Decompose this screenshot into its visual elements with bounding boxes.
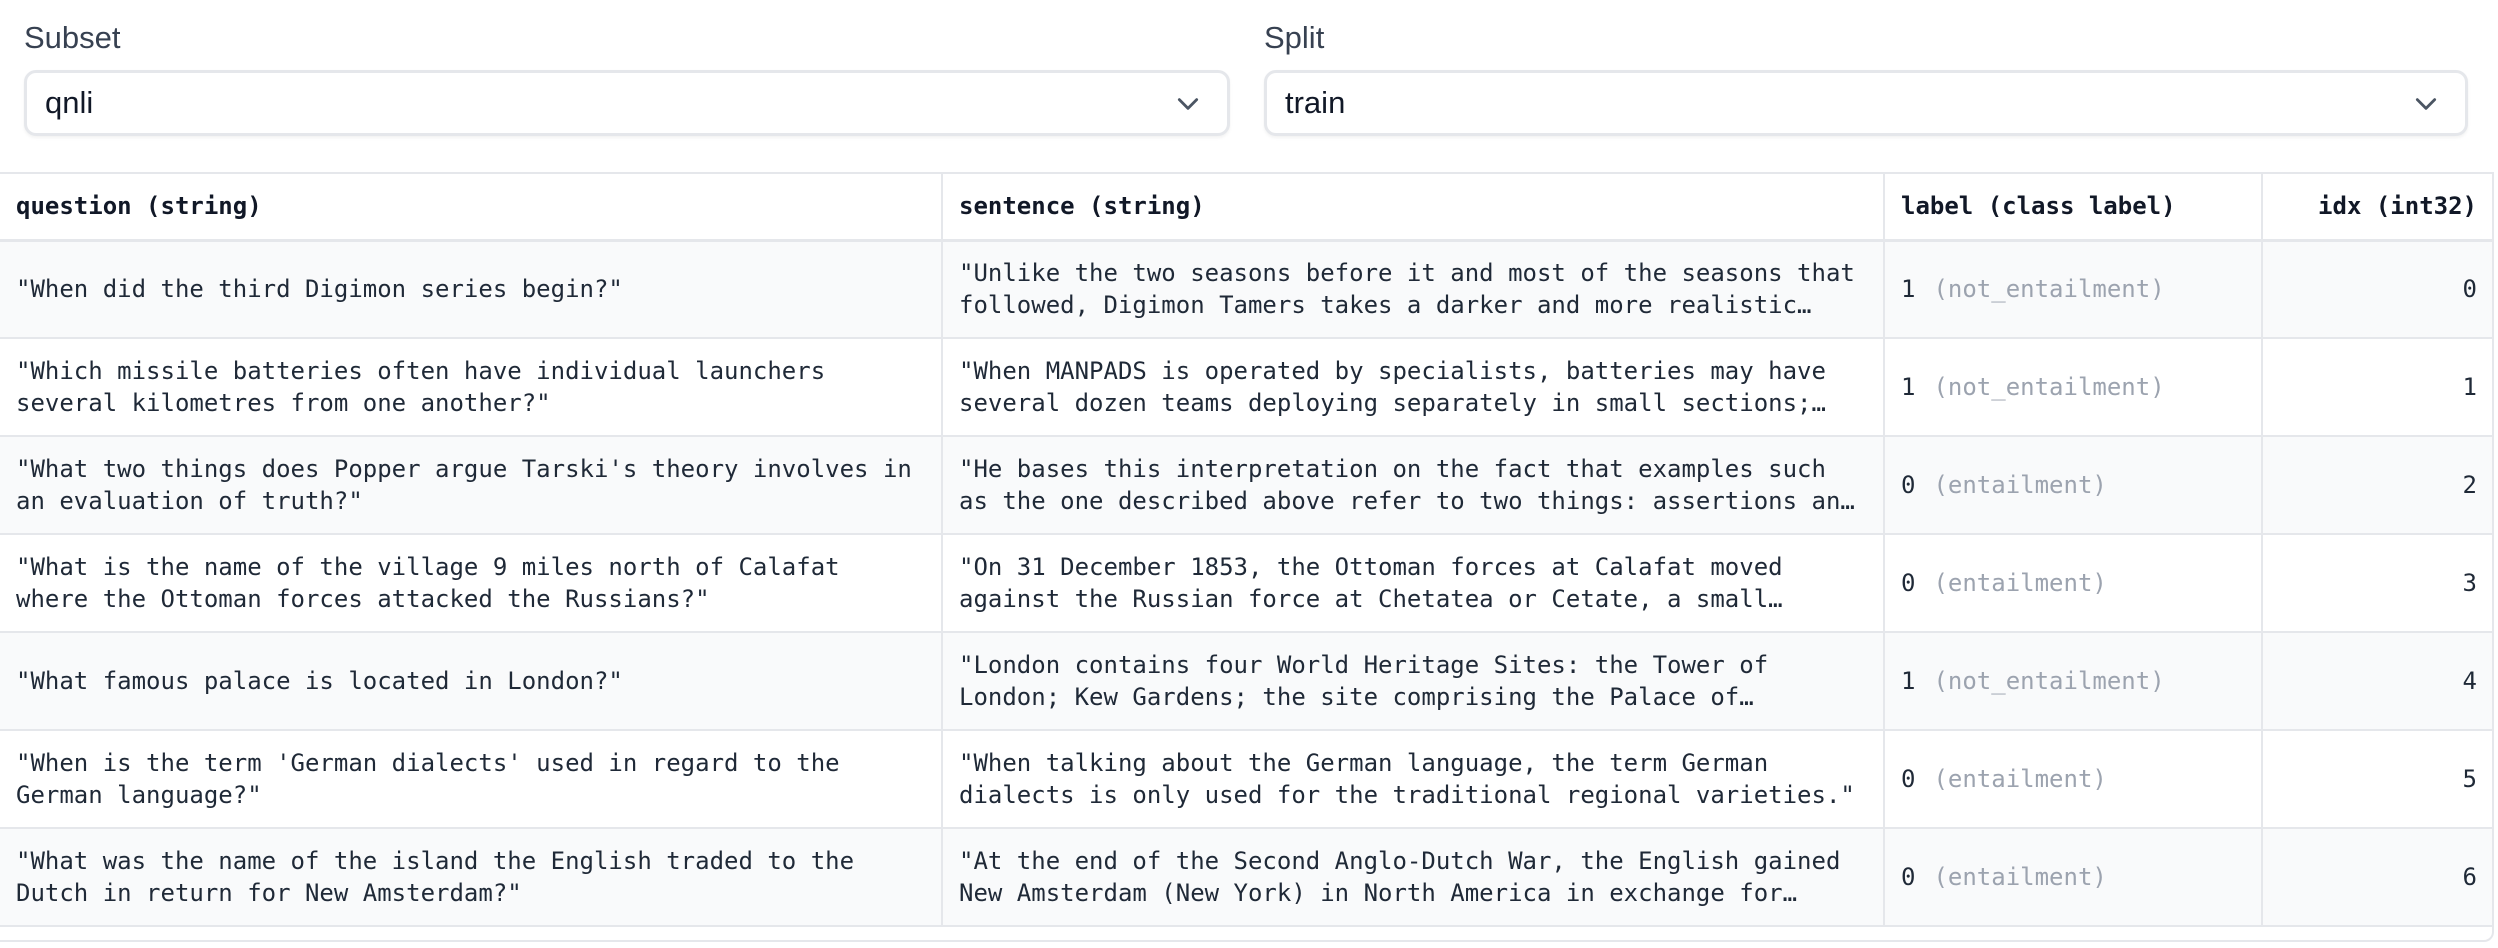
- sentence-text: "At the end of the Second Anglo-Dutch Wa…: [959, 847, 1841, 907]
- label-value: 0: [1901, 765, 1916, 793]
- question-text: "What is the name of the village 9 miles…: [16, 553, 840, 613]
- label-value: 0: [1901, 863, 1916, 891]
- sentence-text: "When talking about the German language,…: [959, 749, 1855, 809]
- question-cell: "What is the name of the village 9 miles…: [0, 534, 943, 633]
- question-cell: "Which missile batteries often have indi…: [0, 338, 943, 437]
- idx-cell: 6: [2262, 828, 2492, 927]
- sentence-cell: "Unlike the two seasons before it and mo…: [942, 240, 1885, 339]
- label-name: (not_entailment): [1933, 667, 2165, 695]
- table-row[interactable]: "What is the name of the village 9 miles…: [0, 534, 2492, 633]
- idx-cell: 2: [2262, 436, 2492, 535]
- question-cell: "What was the name of the island the Eng…: [0, 828, 943, 927]
- idx-cell: 5: [2262, 730, 2492, 829]
- question-text: "What was the name of the island the Eng…: [16, 847, 855, 907]
- sentence-text: "London contains four World Heritage Sit…: [959, 651, 1769, 711]
- sentence-cell: "London contains four World Heritage Sit…: [942, 632, 1885, 731]
- chevron-down-icon: [1177, 98, 1199, 110]
- table-row[interactable]: "When is the term 'German dialects' used…: [0, 730, 2492, 829]
- label-name: (entailment): [1933, 765, 2107, 793]
- question-text: "What two things does Popper argue Tarsk…: [16, 455, 912, 515]
- table-header-row: question (string) sentence (string) labe…: [0, 174, 2492, 242]
- label-cell: 0 (entailment): [1884, 730, 2263, 829]
- idx-cell: 1: [2262, 338, 2492, 437]
- label-name: (entailment): [1933, 471, 2107, 499]
- label-name: (not_entailment): [1933, 373, 2165, 401]
- idx-cell: 0: [2262, 240, 2492, 339]
- label-cell: 1 (not_entailment): [1884, 338, 2263, 437]
- label-value: 1: [1901, 667, 1916, 695]
- table-row[interactable]: "What famous palace is located in London…: [0, 632, 2492, 731]
- sentence-text: "Unlike the two seasons before it and mo…: [959, 259, 1855, 320]
- split-dropdown[interactable]: train: [1264, 70, 2468, 136]
- idx-cell: 4: [2262, 632, 2492, 731]
- sentence-text: "When MANPADS is operated by specialists…: [959, 357, 1826, 417]
- subset-selector: Subset qnli: [24, 14, 1230, 136]
- subset-label: Subset: [24, 20, 121, 55]
- label-value: 1: [1901, 275, 1916, 304]
- column-header-label[interactable]: label (class label): [1884, 174, 2263, 242]
- split-value: train: [1285, 85, 1346, 120]
- label-cell: 0 (entailment): [1884, 534, 2263, 633]
- question-cell: "What famous palace is located in London…: [0, 632, 943, 731]
- label-cell: 0 (entailment): [1884, 828, 2263, 927]
- label-value: 0: [1901, 471, 1916, 499]
- split-label: Split: [1264, 20, 1325, 55]
- label-value: 0: [1901, 569, 1916, 597]
- question-text: "When did the third Digimon series begin…: [16, 275, 623, 304]
- question-text: "What famous palace is located in London…: [16, 667, 623, 695]
- sentence-cell: "When MANPADS is operated by specialists…: [942, 338, 1885, 437]
- label-value: 1: [1901, 373, 1916, 401]
- sentence-cell: "When talking about the German language,…: [942, 730, 1885, 829]
- question-cell: "When is the term 'German dialects' used…: [0, 730, 943, 829]
- sentence-cell: "At the end of the Second Anglo-Dutch Wa…: [942, 828, 1885, 927]
- table-body: "When did the third Digimon series begin…: [0, 240, 2492, 927]
- label-name: (entailment): [1933, 569, 2107, 597]
- label-cell: 1 (not_entailment): [1884, 632, 2263, 731]
- idx-cell: 3: [2262, 534, 2492, 633]
- dataset-selectors: Subset qnli Split train: [24, 14, 2468, 142]
- label-cell: 1 (not_entailment): [1884, 240, 2263, 339]
- column-header-sentence[interactable]: sentence (string): [942, 174, 1885, 242]
- table-row[interactable]: "What two things does Popper argue Tarsk…: [0, 436, 2492, 535]
- label-cell: 0 (entailment): [1884, 436, 2263, 535]
- question-cell: "When did the third Digimon series begin…: [0, 240, 943, 339]
- sentence-text: "On 31 December 1853, the Ottoman forces…: [959, 553, 1783, 613]
- split-selector: Split train: [1264, 14, 2468, 136]
- column-header-idx[interactable]: idx (int32): [2262, 174, 2492, 242]
- question-cell: "What two things does Popper argue Tarsk…: [0, 436, 943, 535]
- column-header-question[interactable]: question (string): [0, 174, 943, 242]
- table-row[interactable]: "What was the name of the island the Eng…: [0, 828, 2492, 927]
- table-row[interactable]: "When did the third Digimon series begin…: [0, 240, 2492, 339]
- subset-value: qnli: [45, 85, 94, 120]
- data-table: question (string) sentence (string) labe…: [0, 174, 2492, 927]
- sentence-text: "He bases this interpretation on the fac…: [959, 455, 1855, 515]
- sentence-cell: "On 31 December 1853, the Ottoman forces…: [942, 534, 1885, 633]
- label-name: (entailment): [1933, 863, 2107, 891]
- subset-dropdown[interactable]: qnli: [24, 70, 1230, 136]
- sentence-cell: "He bases this interpretation on the fac…: [942, 436, 1885, 535]
- label-name: (not_entailment): [1933, 275, 2165, 304]
- table-row[interactable]: "Which missile batteries often have indi…: [0, 338, 2492, 437]
- dataset-table: question (string) sentence (string) labe…: [0, 172, 2494, 942]
- question-text: "Which missile batteries often have indi…: [16, 357, 826, 417]
- question-text: "When is the term 'German dialects' used…: [16, 749, 840, 809]
- chevron-down-icon: [2415, 98, 2437, 110]
